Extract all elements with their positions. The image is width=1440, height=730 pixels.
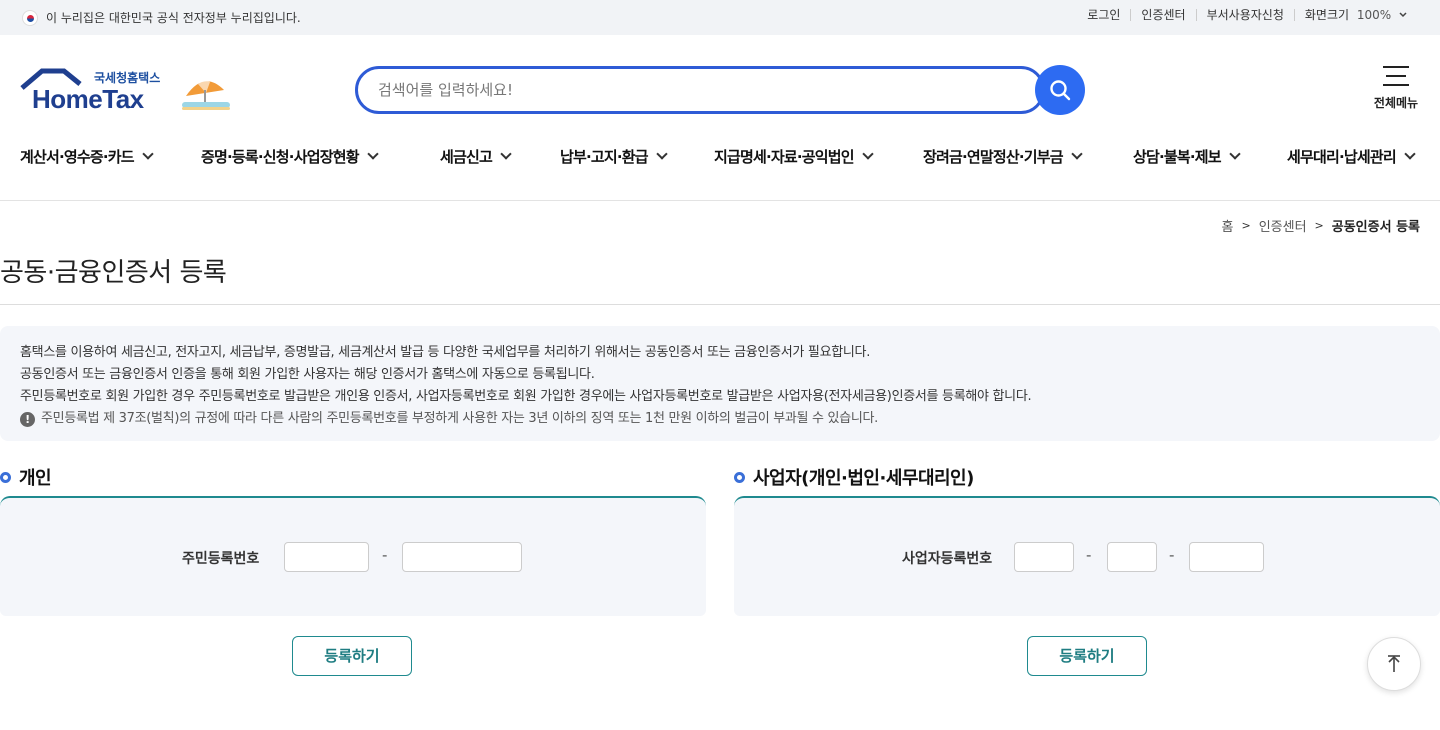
nav-tax-report[interactable]: 세금신고 xyxy=(440,146,512,167)
zoom-value: 100% xyxy=(1356,8,1392,22)
chevron-down-icon xyxy=(1404,148,1416,160)
notice-line: 공동인증서 또는 금융인증서 인증을 통해 회원 가입한 사용자는 해당 인증서… xyxy=(20,367,595,382)
nav-label: 증명·등록·신청·사업장현황 xyxy=(201,148,360,166)
chevron-down-icon xyxy=(1071,148,1083,160)
breadcrumb-home[interactable]: 홈 xyxy=(1222,216,1234,235)
rrn-back-input[interactable] xyxy=(402,542,522,572)
chevron-down-icon xyxy=(656,148,668,160)
brn-separator: - xyxy=(1169,546,1175,564)
nav-divider xyxy=(0,200,1440,201)
nav-payment[interactable]: 납부·고지·환급 xyxy=(560,146,668,167)
gov-banner: 이 누리집은 대한민국 공식 전자정부 누리집입니다. 로그인 인증센터 부서사… xyxy=(0,0,1440,35)
nav-label: 세무대리·납세관리 xyxy=(1287,148,1397,166)
page-title: 공동·금융인증서 등록 xyxy=(0,258,227,288)
hometax-logo[interactable]: 국세청홈택스 HomeTax xyxy=(20,66,240,118)
bullet-ring-icon xyxy=(734,471,745,483)
cert-center-link[interactable]: 인증센터 xyxy=(1131,9,1197,21)
all-menu-button[interactable]: 전체메뉴 xyxy=(1368,66,1424,111)
nav-tax-agent[interactable]: 세무대리·납세관리 xyxy=(1287,146,1416,167)
notice-line: 주민등록번호로 회원 가입한 경우 주민등록번호로 발급받은 개인용 인증서, … xyxy=(20,389,1032,404)
nav-label: 세금신고 xyxy=(440,148,493,166)
brn-part2-input[interactable] xyxy=(1107,542,1157,572)
personal-register-button[interactable]: 등록하기 xyxy=(292,636,412,676)
chevron-down-icon xyxy=(862,148,874,160)
chevron-right-icon: > xyxy=(1314,219,1324,232)
arrow-up-icon xyxy=(1388,655,1400,672)
notice-box: 홈택스를 이용하여 세금신고, 전자고지, 세금납부, 증명발급, 세금계산서 … xyxy=(0,326,1440,441)
login-link[interactable]: 로그인 xyxy=(1077,9,1132,21)
chevron-down-icon xyxy=(142,148,154,160)
breadcrumb: 홈 > 인증센터 > 공동인증서 등록 xyxy=(1222,216,1421,235)
search-bar xyxy=(355,66,1045,114)
notice-warning: ! 주민등록법 제 37조(벌칙)의 규정에 따라 다른 사람의 주민등록번호를… xyxy=(20,408,1420,430)
chevron-down-icon xyxy=(500,148,512,160)
nav-certificate[interactable]: 증명·등록·신청·사업장현황 xyxy=(201,146,379,167)
nav-label: 계산서·영수증·카드 xyxy=(20,148,135,166)
rrn-front-input[interactable] xyxy=(284,542,369,572)
breadcrumb-current: 공동인증서 등록 xyxy=(1331,220,1420,235)
brn-part3-input[interactable] xyxy=(1189,542,1264,572)
search-button[interactable] xyxy=(1035,65,1085,115)
breadcrumb-parent[interactable]: 인증센터 xyxy=(1259,216,1307,235)
personal-title-text: 개인 xyxy=(19,468,52,489)
search-input[interactable] xyxy=(378,69,1018,111)
gov-banner-text: 이 누리집은 대한민국 공식 전자정부 누리집입니다. xyxy=(46,11,301,25)
util-links: 로그인 인증센터 부서사용자신청 화면크기 100% xyxy=(1077,9,1418,21)
beach-umbrella-icon xyxy=(182,80,230,110)
title-divider xyxy=(0,304,1440,305)
nav-label: 상담·불복·제보 xyxy=(1133,148,1222,166)
bullet-ring-icon xyxy=(0,471,11,483)
personal-panel: 주민등록번호 - xyxy=(0,496,706,616)
brn-part1-input[interactable] xyxy=(1014,542,1074,572)
brn-separator: - xyxy=(1086,546,1092,564)
exclamation-icon: ! xyxy=(20,411,35,427)
zoom-control[interactable]: 화면크기 100% xyxy=(1295,9,1418,21)
dept-user-link[interactable]: 부서사용자신청 xyxy=(1197,9,1295,21)
scroll-top-button[interactable] xyxy=(1367,637,1421,691)
nav-consult[interactable]: 상담·불복·제보 xyxy=(1133,146,1241,167)
rrn-separator: - xyxy=(382,546,388,564)
nav-label: 장려금·연말정산·기부금 xyxy=(923,148,1064,166)
korea-flag-icon xyxy=(22,9,38,26)
all-menu-label: 전체메뉴 xyxy=(1373,96,1419,110)
business-register-button[interactable]: 등록하기 xyxy=(1027,636,1147,676)
nav-incentive[interactable]: 장려금·연말정산·기부금 xyxy=(923,146,1083,167)
business-panel: 사업자등록번호 - - xyxy=(734,496,1440,616)
personal-section-title: 개인 xyxy=(0,464,52,490)
nav-label: 지급명세·자료·공익법인 xyxy=(714,148,855,166)
chevron-down-icon xyxy=(1399,12,1407,18)
nav-invoice[interactable]: 계산서·영수증·카드 xyxy=(20,146,154,167)
logo-name: HomeTax xyxy=(32,84,144,114)
gov-banner-left: 이 누리집은 대한민국 공식 전자정부 누리집입니다. xyxy=(22,9,301,26)
chevron-down-icon xyxy=(367,148,379,160)
rrn-label: 주민등록번호 xyxy=(182,551,260,567)
notice-line: 홈택스를 이용하여 세금신고, 전자고지, 세금납부, 증명발급, 세금계산서 … xyxy=(20,345,871,360)
main-nav: 계산서·영수증·카드 증명·등록·신청·사업장현황 세금신고 납부·고지·환급 … xyxy=(0,146,1440,172)
nav-statement[interactable]: 지급명세·자료·공익법인 xyxy=(714,146,874,167)
brn-label: 사업자등록번호 xyxy=(902,551,993,567)
search-icon xyxy=(1050,80,1071,101)
chevron-right-icon: > xyxy=(1241,219,1251,232)
nav-label: 납부·고지·환급 xyxy=(560,148,649,166)
business-title-text: 사업자(개인·법인·세무대리인) xyxy=(753,468,974,489)
hamburger-icon xyxy=(1383,66,1409,86)
zoom-label: 화면크기 xyxy=(1304,8,1350,22)
chevron-down-icon xyxy=(1229,148,1241,160)
business-section-title: 사업자(개인·법인·세무대리인) xyxy=(734,464,974,490)
notice-warning-text: 주민등록법 제 37조(벌칙)의 규정에 따라 다른 사람의 주민등록번호를 부… xyxy=(41,411,878,426)
